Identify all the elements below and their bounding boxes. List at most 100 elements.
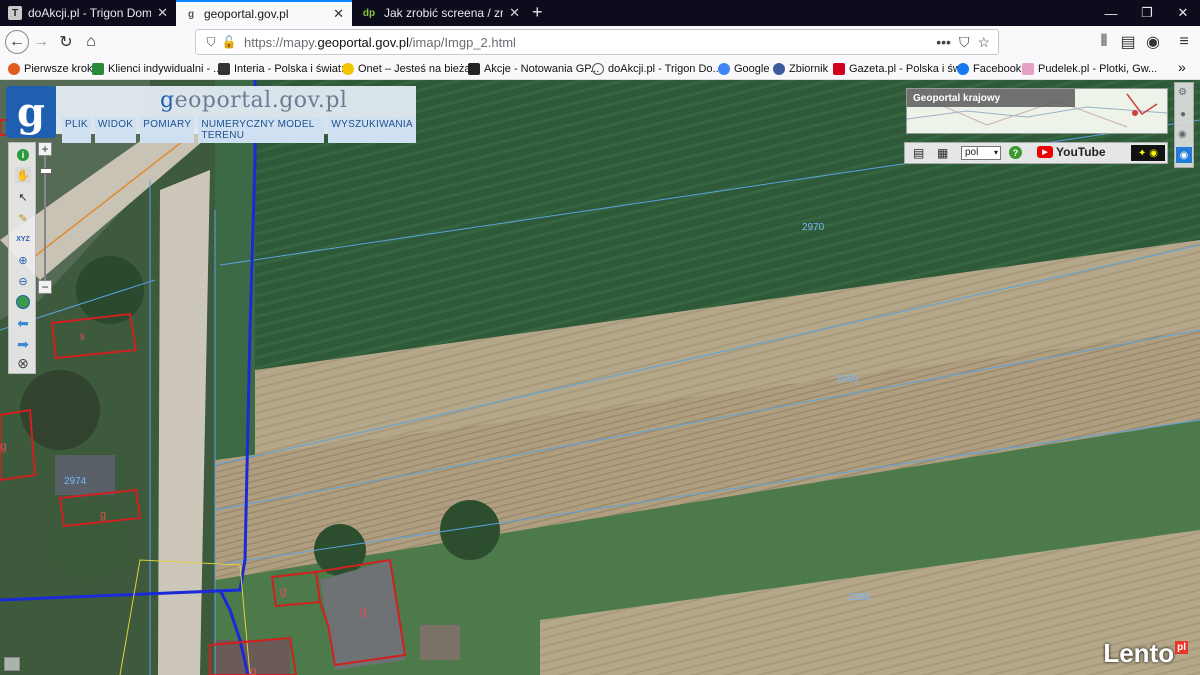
document-icon[interactable]: ▤ xyxy=(913,146,924,160)
svg-text:g: g xyxy=(80,331,84,340)
bookmark-item[interactable]: Facebook xyxy=(957,61,1021,77)
shield-icon[interactable]: ⛉ xyxy=(202,35,220,50)
select-arrow-icon[interactable]: ↖ xyxy=(15,189,31,205)
menu-pomiary[interactable]: POMIARY xyxy=(140,117,195,143)
help-lifebuoy-icon[interactable]: ⊗ xyxy=(15,355,31,371)
close-tab-icon[interactable]: ✕ xyxy=(157,5,168,21)
zoom-slider[interactable]: + − xyxy=(38,142,54,294)
marker-icon[interactable]: ● xyxy=(1180,109,1186,120)
youtube-link[interactable]: ▶ YouTube xyxy=(1037,145,1106,159)
parcel-label: 2969 xyxy=(836,374,859,385)
youtube-play-icon: ▶ xyxy=(1037,146,1053,158)
bookmark-item[interactable]: Akcje - Notowania GP... xyxy=(468,61,599,77)
library-icon[interactable]: ⫴ xyxy=(1092,30,1116,54)
zoom-out-icon[interactable]: ⊖ xyxy=(15,273,31,289)
gazeta-icon xyxy=(833,63,845,75)
bookmark-star-icon[interactable]: ☆ xyxy=(977,34,990,51)
zbiornik-icon xyxy=(773,63,785,75)
tab-doakcji[interactable]: T doAkcji.pl - Trigon Dom Makle ✕ xyxy=(0,0,176,26)
menu-widok[interactable]: WIDOK xyxy=(94,117,137,143)
bookmark-label: Klienci indywidualni - ... xyxy=(108,63,223,75)
geoportal-menu: PLIK WIDOK POMIARY NUMERYCZNY MODEL TERE… xyxy=(62,117,416,143)
bookmark-item[interactable]: Pierwsze kroki xyxy=(8,61,95,77)
map-tools: i ✋ ↖ ✎ XYZ ⊕ ⊖ ⬅ ➡ ⊗ xyxy=(8,142,36,374)
home-button[interactable]: ⌂ xyxy=(79,30,103,54)
resize-corner-icon[interactable] xyxy=(4,657,20,671)
overview-title: Geoportal krajowy xyxy=(907,89,1075,107)
bookmark-label: Google xyxy=(734,63,770,75)
zoom-thumb[interactable] xyxy=(40,168,52,174)
close-window-button[interactable]: ✕ xyxy=(1162,0,1200,26)
menu-wyszukiwania[interactable]: WYSZUKIWANIA xyxy=(328,117,416,143)
layers-icon[interactable]: ⚙ xyxy=(1178,87,1187,98)
bookmark-item[interactable]: Google xyxy=(718,61,769,77)
bookmark-label: doAkcji.pl - Trigon Do... xyxy=(608,63,722,75)
parcel-label: 2970 xyxy=(802,222,825,233)
pencil-icon[interactable]: ✎ xyxy=(15,210,31,226)
watermark-text: Lento xyxy=(1103,638,1175,668)
map-viewport[interactable]: g g g g g g 2970 2969 2974 2968 g geopor… xyxy=(0,80,1200,675)
url-domain: geoportal.gov.pl xyxy=(317,34,410,50)
parcel-label: 2974 xyxy=(64,476,87,487)
lock-warning-icon[interactable]: 🔓 xyxy=(220,35,238,49)
language-select[interactable]: pol ▾ xyxy=(961,146,1001,160)
help-icon[interactable]: ? xyxy=(1009,146,1022,159)
svg-text:g: g xyxy=(250,664,257,675)
tab-strip: T doAkcji.pl - Trigon Dom Makle ✕ g geop… xyxy=(0,0,1200,26)
close-tab-icon[interactable]: ✕ xyxy=(333,6,344,22)
menu-plik[interactable]: PLIK xyxy=(62,117,91,143)
bookmarks-bar: Pierwsze kroki Klienci indywidualni - ..… xyxy=(0,58,1200,80)
next-view-icon[interactable]: ➡ xyxy=(15,336,31,352)
forward-button[interactable]: → xyxy=(29,30,53,54)
account-icon[interactable]: ◉ xyxy=(1141,30,1165,54)
new-tab-button[interactable]: + xyxy=(532,2,543,23)
tab-favicon-icon: dp xyxy=(362,7,376,19)
bookmark-item[interactable]: doAkcji.pl - Trigon Do... xyxy=(592,61,722,77)
sidebar-icon[interactable]: ▤ xyxy=(1116,30,1140,54)
tab-title: Jak zrobić screena / zrzut ekran xyxy=(384,6,504,20)
svg-text:g: g xyxy=(360,604,367,618)
bookmark-label: Gazeta.pl - Polska i św... xyxy=(849,63,970,75)
visibility-icon[interactable]: ◉ xyxy=(1178,129,1187,140)
zoom-in-button[interactable]: + xyxy=(38,142,52,156)
tab-favicon-icon: T xyxy=(8,6,22,20)
bookmark-item[interactable]: Gazeta.pl - Polska i św... xyxy=(833,61,969,77)
reload-button[interactable]: ↻ xyxy=(54,30,78,54)
back-button[interactable]: ← xyxy=(5,30,29,54)
menu-icon[interactable]: ≡ xyxy=(1172,30,1196,54)
pan-hand-icon[interactable]: ✋ xyxy=(15,167,31,183)
tab-jak-zrobic-screena[interactable]: dp Jak zrobić screena / zrzut ekran ✕ xyxy=(352,0,528,26)
geoportal-logo: g xyxy=(6,86,56,138)
interia-icon xyxy=(218,63,230,75)
bookmark-item[interactable]: Klienci indywidualni - ... xyxy=(92,61,222,77)
globe-icon[interactable] xyxy=(15,294,31,310)
xyz-coordinates-icon[interactable]: XYZ xyxy=(15,231,31,247)
eye-icon[interactable]: ◉ xyxy=(1176,147,1192,163)
zoom-in-icon[interactable]: ⊕ xyxy=(15,252,31,268)
svg-text:g: g xyxy=(280,584,287,598)
pocket-icon[interactable]: ⛉ xyxy=(959,34,970,51)
info-icon[interactable]: i xyxy=(15,147,31,163)
facebook-icon xyxy=(957,63,969,75)
bookmark-item[interactable]: Zbiornik xyxy=(773,61,828,77)
bookmark-item[interactable]: Onet – Jesteś na bieżą... xyxy=(342,61,480,77)
overview-map[interactable]: Geoportal krajowy xyxy=(906,88,1168,134)
close-tab-icon[interactable]: ✕ xyxy=(509,5,520,21)
bookmark-item[interactable]: Pudelek.pl - Plotki, Gw... xyxy=(1022,61,1157,77)
tab-geoportal[interactable]: g geoportal.gov.pl ✕ xyxy=(176,0,352,26)
page-actions-icon[interactable]: ••• xyxy=(936,34,951,50)
menu-nmt[interactable]: NUMERYCZNY MODEL TERENU xyxy=(198,117,325,143)
address-bar[interactable]: ⛉ 🔓 https://mapy.geoportal.gov.pl/imap/I… xyxy=(195,29,999,55)
accessibility-eye-icon[interactable]: ✦ ◉ xyxy=(1131,145,1165,161)
watermark-suffix: pl xyxy=(1175,641,1188,654)
geoportal-header: geoportal.gov.pl PLIK WIDOK POMIARY NUME… xyxy=(56,86,416,143)
previous-view-icon[interactable]: ⬅ xyxy=(15,315,31,331)
url-text[interactable]: https://mapy.geoportal.gov.pl/imap/Imgp_… xyxy=(244,35,936,50)
zoom-out-button[interactable]: − xyxy=(38,280,52,294)
bookmark-item[interactable]: Interia - Polska i świat:... xyxy=(218,61,353,77)
print-icon[interactable]: ▦ xyxy=(937,146,948,160)
google-icon xyxy=(718,63,730,75)
gpw-icon xyxy=(468,63,480,75)
bookmarks-overflow-button[interactable]: » xyxy=(1178,59,1186,75)
svg-text:g: g xyxy=(0,439,7,453)
